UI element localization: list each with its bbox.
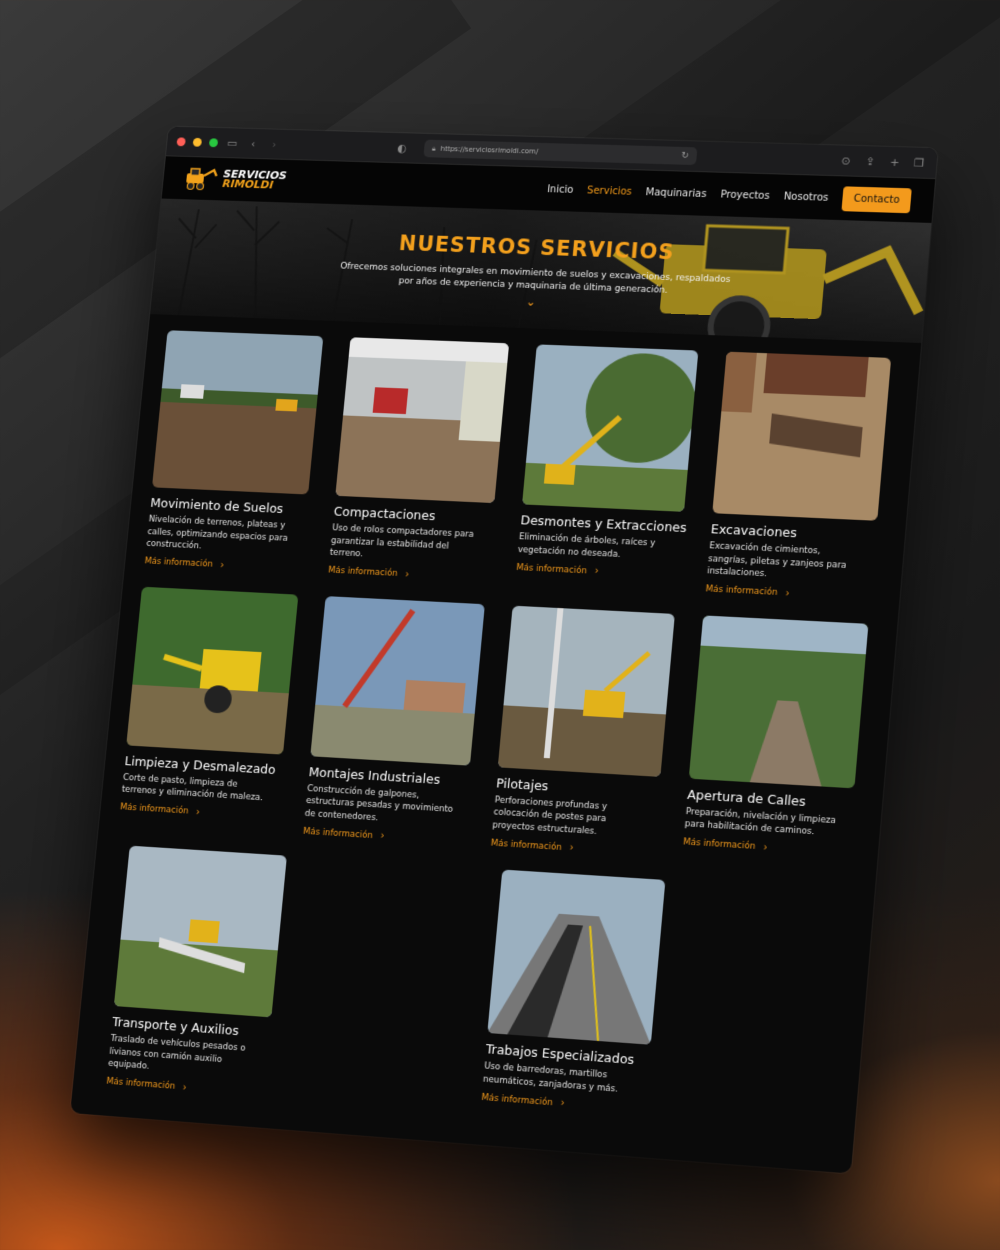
chevron-right-icon: › <box>380 830 386 842</box>
more-info-label: Más información <box>515 562 588 576</box>
more-info-link[interactable]: Más información › <box>481 1092 664 1117</box>
more-info-label: Más información <box>682 837 756 852</box>
service-description: Traslado de vehículos pesados o livianos… <box>107 1033 246 1072</box>
plus-icon[interactable]: + <box>887 155 902 168</box>
more-info-label: Más información <box>480 1092 554 1108</box>
chevron-right-icon: › <box>404 568 410 580</box>
more-info-link[interactable]: Más información › <box>490 837 662 859</box>
chevron-right-icon: › <box>762 841 769 854</box>
service-card: Transporte y Auxilios Traslado de vehícu… <box>105 845 295 1100</box>
service-description: Preparación, nivelación y limpieza para … <box>684 806 837 838</box>
service-image[interactable] <box>688 614 869 788</box>
chevron-right-icon: › <box>594 565 600 577</box>
close-window-button[interactable] <box>176 136 186 146</box>
tabs-icon[interactable]: ❐ <box>911 156 926 169</box>
more-info-label: Más información <box>119 802 189 817</box>
more-info-link[interactable]: Más información › <box>705 584 879 604</box>
service-image[interactable] <box>310 595 485 766</box>
chevron-right-icon: › <box>195 806 201 818</box>
service-description: Uso de rolos compactadores para garantiz… <box>329 523 475 560</box>
more-info-link[interactable]: Más información › <box>303 826 472 848</box>
forward-icon[interactable]: › <box>267 138 282 151</box>
chevron-right-icon: › <box>219 559 225 571</box>
service-card: Trabajos Especializados Uso de barredora… <box>480 869 684 1130</box>
services-grid: Movimiento de Suelos Nivelación de terre… <box>73 314 921 1144</box>
download-icon[interactable]: ⊙ <box>838 154 853 167</box>
minimize-window-button[interactable] <box>192 137 203 147</box>
address-bar[interactable]: 🔒︎ https://serviciosrimoldi.com/ ↻ <box>423 139 698 166</box>
reload-icon[interactable]: ↻ <box>681 151 689 161</box>
service-description: Eliminación de árboles, raíces y vegetac… <box>517 532 656 560</box>
service-card: Montajes Industriales Construcción de ga… <box>303 595 493 848</box>
service-description: Perforaciones profundas y colocación de … <box>491 794 608 837</box>
chevron-right-icon: › <box>569 842 575 854</box>
browser-window: ▭ ‹ › ◐ 🔒︎ https://serviciosrimoldi.com/… <box>70 126 938 1174</box>
service-image[interactable] <box>522 344 699 512</box>
service-card: Desmontes y Extracciones Eliminación de … <box>515 344 707 593</box>
service-image[interactable] <box>712 351 892 521</box>
service-description: Nivelación de terrenos, plateas y calles… <box>145 514 289 552</box>
more-info-link[interactable]: Más información › <box>120 802 286 823</box>
more-info-link[interactable]: Más información › <box>683 837 858 859</box>
main-menu: Inicio Servicios Maquinarias Proyectos N… <box>546 177 912 213</box>
more-info-label: Más información <box>490 837 563 853</box>
service-image[interactable] <box>335 337 510 504</box>
service-card: Pilotajes Perforaciones profundas y colo… <box>490 605 683 859</box>
more-info-label: Más información <box>705 584 778 598</box>
service-description: Uso de barredoras, martillos neumáticos,… <box>482 1061 619 1095</box>
service-description: Excavación de cimientos, sangrías, pilet… <box>706 541 847 580</box>
shield-icon[interactable]: ◐ <box>394 141 409 154</box>
site-logo[interactable]: SERVICIOS RIMOLDI <box>183 166 287 194</box>
service-card: Compactaciones Uso de rolos compactadore… <box>328 337 517 584</box>
service-image[interactable] <box>113 845 287 1018</box>
nav-item-maquinarias[interactable]: Maquinarias <box>645 187 707 200</box>
excavator-logo-icon <box>183 166 218 192</box>
more-info-link[interactable]: Más información › <box>328 565 496 584</box>
service-card: Excavaciones Excavación de cimientos, sa… <box>705 351 899 604</box>
lock-icon: 🔒︎ <box>431 144 437 153</box>
share-icon[interactable]: ⇪ <box>863 155 878 168</box>
more-info-link[interactable]: Más información › <box>144 556 309 575</box>
mockup-stage: ▭ ‹ › ◐ 🔒︎ https://serviciosrimoldi.com/… <box>0 0 1000 1250</box>
sidebar-icon[interactable]: ▭ <box>225 136 240 149</box>
back-icon[interactable]: ‹ <box>246 137 261 150</box>
service-card: Limpieza y Desmalezado Corte de pasto, l… <box>118 586 306 835</box>
more-info-link[interactable]: Más información › <box>516 562 687 581</box>
zoom-window-button[interactable] <box>208 137 219 147</box>
nav-item-proyectos[interactable]: Proyectos <box>720 189 770 201</box>
more-info-label: Más información <box>302 826 374 841</box>
service-image[interactable] <box>497 605 675 777</box>
service-card: Apertura de Calles Preparación, nivelaci… <box>681 614 876 872</box>
chevron-right-icon: › <box>182 1081 188 1094</box>
nav-item-nosotros[interactable]: Nosotros <box>783 191 829 203</box>
logo-line2: RIMOLDI <box>221 177 274 192</box>
service-description: Corte de pasto, limpieza de terrenos y e… <box>121 772 264 804</box>
contact-button[interactable]: Contacto <box>841 185 912 213</box>
chevron-right-icon: › <box>785 587 791 600</box>
nav-item-inicio[interactable]: Inicio <box>547 184 574 196</box>
chevron-right-icon: › <box>560 1097 566 1110</box>
nav-item-servicios[interactable]: Servicios <box>587 185 633 197</box>
services-row: Transporte y Auxilios Traslado de vehícu… <box>92 845 854 1143</box>
more-info-label: Más información <box>144 556 214 570</box>
service-image[interactable] <box>487 869 666 1045</box>
services-row: Movimiento de Suelos Nivelación de terre… <box>144 330 899 603</box>
service-description: Construcción de galpones, estructuras pe… <box>304 783 454 823</box>
url-text: https://serviciosrimoldi.com/ <box>440 144 539 156</box>
service-image[interactable] <box>151 330 324 495</box>
more-info-label: Más información <box>327 565 398 579</box>
service-card: Movimiento de Suelos Nivelación de terre… <box>144 330 331 575</box>
more-info-label: Más información <box>105 1076 176 1092</box>
services-row: Limpieza y Desmalezado Corte de pasto, l… <box>118 586 876 871</box>
service-image[interactable] <box>126 586 299 755</box>
